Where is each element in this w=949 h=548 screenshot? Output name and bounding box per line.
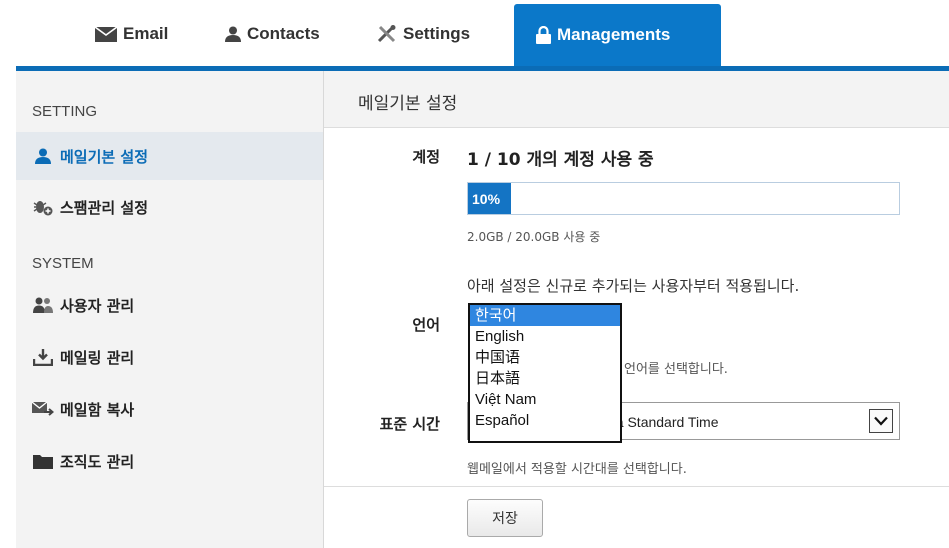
tab-label: Contacts xyxy=(247,24,320,43)
tab-email[interactable]: Email xyxy=(95,16,168,52)
timezone-help-text: 웹메일에서 적용할 시간대를 선택합니다. xyxy=(467,462,687,477)
download-tray-icon xyxy=(32,348,54,366)
language-option[interactable]: English xyxy=(470,326,620,347)
tab-label: Managements xyxy=(557,25,671,44)
sidebar-item-mailbox-copy[interactable]: 메일함 복사 xyxy=(16,385,323,433)
folder-icon xyxy=(32,453,54,469)
language-dropdown-list[interactable]: 한국어 English 中国语 日本語 Việt Nam Español xyxy=(468,303,622,443)
settings-notice: 아래 설정은 신규로 추가되는 사용자부터 적용됩니다. xyxy=(467,277,800,295)
sidebar-item-mailing-management[interactable]: 메일링 관리 xyxy=(16,333,323,381)
tools-icon xyxy=(377,25,397,43)
sidebar-item-spam-settings[interactable]: 스팸관리 설정 xyxy=(16,183,323,231)
sidebar-item-label: 메일링 관리 xyxy=(60,348,135,367)
lock-icon xyxy=(536,26,551,44)
progress-percent: 10% xyxy=(472,191,501,207)
language-option[interactable]: 日本語 xyxy=(470,368,620,389)
person-icon xyxy=(32,148,54,164)
sidebar-item-label: 스팸관리 설정 xyxy=(60,198,149,217)
language-option[interactable]: 한국어 xyxy=(470,305,620,326)
tab-managements[interactable]: Managements xyxy=(514,4,721,66)
sidebar-item-label: 메일기본 설정 xyxy=(60,147,149,166)
language-help-text: 언어를 선택합니다. xyxy=(624,362,728,377)
language-option[interactable]: 中国语 xyxy=(470,347,620,368)
person-icon xyxy=(225,26,241,42)
sidebar-section-system: SYSTEM xyxy=(32,255,94,272)
divider xyxy=(324,486,949,487)
main-panel: 메일기본 설정 계정 1 / 10 개의 계정 사용 중 10% 2.0GB /… xyxy=(324,71,949,548)
sidebar-item-mail-settings[interactable]: 메일기본 설정 xyxy=(16,132,323,180)
storage-usage-text: 2.0GB / 20.0GB 사용 중 xyxy=(467,230,601,244)
bug-plus-icon xyxy=(32,198,54,216)
users-icon xyxy=(32,297,54,313)
language-option[interactable]: Việt Nam xyxy=(470,389,620,410)
account-usage-progress: 10% xyxy=(467,182,900,215)
top-tab-bar: Email Contacts Settings Managements xyxy=(0,0,949,66)
timezone-label: 표준 시간 xyxy=(379,415,440,433)
language-option[interactable]: Español xyxy=(470,410,620,431)
page-header: 메일기본 설정 xyxy=(324,71,949,128)
tab-label: Settings xyxy=(403,24,471,43)
mail-forward-icon xyxy=(32,401,54,417)
tab-contacts[interactable]: Contacts xyxy=(225,16,320,52)
language-label: 언어 xyxy=(412,316,440,334)
tab-label: Email xyxy=(123,24,169,43)
tab-settings[interactable]: Settings xyxy=(377,16,470,52)
account-usage-text: 1 / 10 개의 계정 사용 중 xyxy=(467,150,654,170)
page-title: 메일기본 설정 xyxy=(358,94,458,114)
account-label: 계정 xyxy=(412,148,440,166)
timezone-selected-value: ea Standard Time xyxy=(608,414,719,430)
chevron-down-icon[interactable] xyxy=(869,409,893,433)
sidebar-item-label: 사용자 관리 xyxy=(60,296,135,315)
sidebar-section-setting: SETTING xyxy=(32,103,98,120)
sidebar-item-label: 조직도 관리 xyxy=(60,452,135,471)
sidebar-item-label: 메일함 복사 xyxy=(60,400,135,419)
save-button[interactable]: 저장 xyxy=(467,499,543,537)
sidebar-item-user-management[interactable]: 사용자 관리 xyxy=(16,281,323,329)
envelope-icon xyxy=(95,26,117,42)
sidebar-item-org-chart[interactable]: 조직도 관리 xyxy=(16,437,323,485)
sidebar: SETTING 메일기본 설정 스팸관리 설정 SYSTEM 사용자 관리 메일… xyxy=(16,71,324,548)
